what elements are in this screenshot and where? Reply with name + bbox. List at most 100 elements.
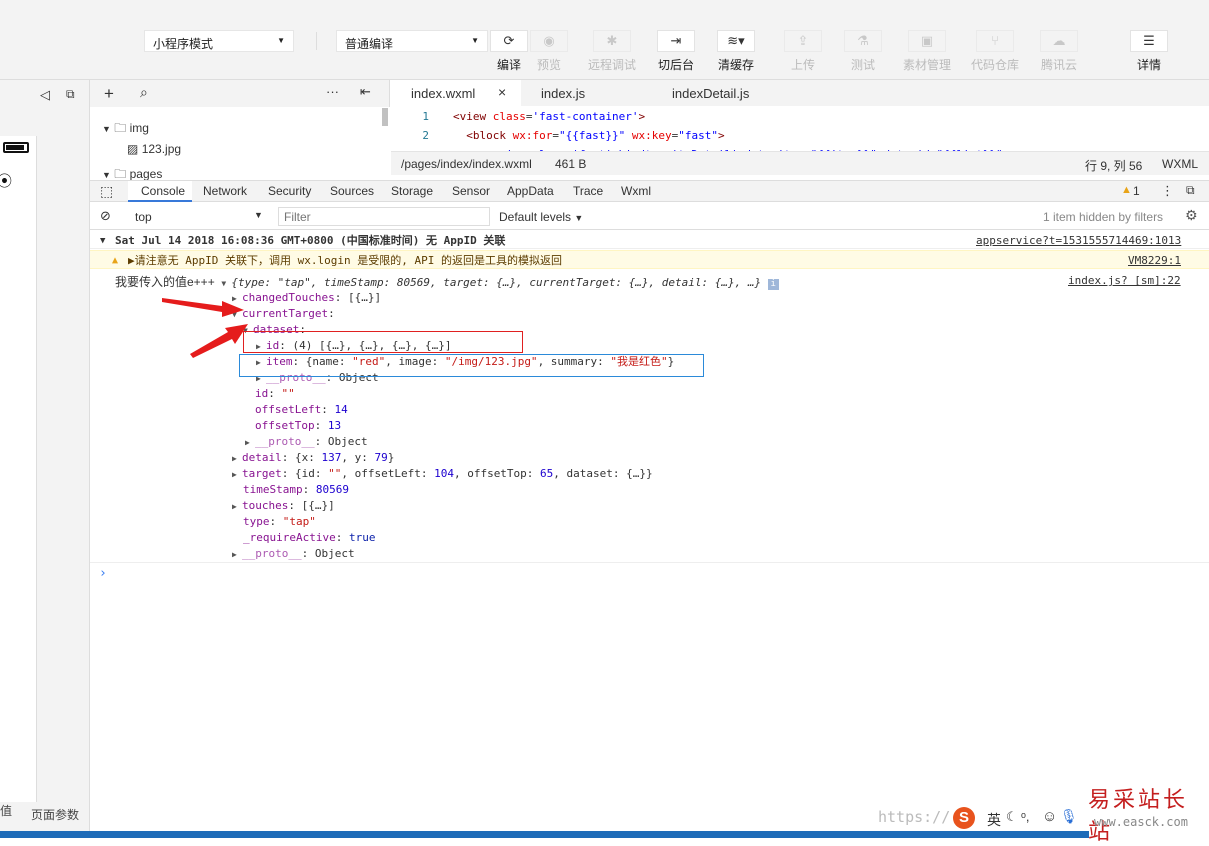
language-mode[interactable]: WXML: [1162, 157, 1198, 171]
switch-background-button[interactable]: ⇥ 切后台: [646, 30, 706, 73]
switch-background-label: 切后台: [657, 58, 694, 72]
tree-scrollbar[interactable]: [382, 108, 388, 126]
tab-sensor[interactable]: Sensor: [452, 184, 490, 198]
info-icon[interactable]: i: [767, 279, 779, 290]
sogou-icon[interactable]: S: [953, 807, 975, 829]
console-group-header[interactable]: ▼ Sat Jul 14 2018 16:08:36 GMT+0800 (中国标…: [90, 233, 1209, 249]
log-line[interactable]: 我要传入的值e+++ ▼ {type: "tap", timeStamp: 805…: [115, 274, 779, 290]
divider: [90, 562, 1209, 563]
main-toolbar: 小程序模式 ▼ 普通编译 ▼ ⟳ 编译 ◉ 预览 ✱ 远程调试 ⇥ 切后台 ≋▾…: [0, 0, 1209, 80]
tree-folder-pages[interactable]: ▼ 🗀 pages: [102, 165, 162, 180]
warning-source-link[interactable]: VM8229:1: [1128, 251, 1181, 270]
tab-console[interactable]: Console: [128, 181, 192, 202]
branch-icon: ⑂: [976, 30, 1014, 52]
mode-select[interactable]: 小程序模式 ▼: [144, 30, 294, 52]
tree-node[interactable]: offsetLeft: 14: [255, 402, 348, 418]
eye-icon: ◉: [530, 30, 568, 52]
clear-cache-label: 清缓存: [717, 58, 754, 72]
more-icon[interactable]: ···: [326, 84, 339, 99]
repo-button[interactable]: ⑂ 代码仓库: [965, 30, 1025, 73]
code-area[interactable]: 1 <view class='fast-container'> 2 <block…: [391, 107, 1209, 151]
chevron-down-icon: ▼: [221, 279, 227, 288]
remote-debug-button[interactable]: ✱ 远程调试: [582, 30, 642, 73]
tree-item-label: 123.jpg: [141, 142, 182, 156]
editor-status-bar: /pages/index/index.wxml 461 B 行 9, 列 56 …: [391, 151, 1209, 175]
tree-node[interactable]: ▶ __proto__: Object: [245, 434, 368, 450]
watermark-url-partial: https://: [878, 808, 951, 826]
gear-icon[interactable]: ⚙: [1185, 207, 1198, 224]
details-button[interactable]: ☰ 详情: [1119, 30, 1179, 73]
folder-icon: 🗀: [114, 121, 127, 135]
levels-select[interactable]: Default levels ▼: [499, 210, 583, 224]
log-prefix: 我要传入的值e+++: [115, 275, 215, 289]
upload-button[interactable]: ⇪ 上传: [773, 30, 833, 73]
log-source-link[interactable]: index.js? [sm]:22: [1068, 274, 1181, 287]
line-number: 1: [422, 110, 429, 123]
tab-network[interactable]: Network: [203, 184, 247, 198]
test-button[interactable]: ⚗ 测试: [833, 30, 893, 73]
tree-folder-img[interactable]: ▼ 🗀 img: [102, 119, 149, 140]
console-prompt-icon[interactable]: ›: [99, 566, 107, 581]
tab-security[interactable]: Security: [268, 184, 311, 198]
preview-button[interactable]: ◉ 预览: [519, 30, 579, 73]
tree-item-label: img: [129, 121, 149, 135]
battery-icon: [3, 142, 29, 153]
volume-icon[interactable]: ◁: [40, 87, 50, 103]
test-label: 测试: [850, 58, 875, 72]
sidebar-bottom-label[interactable]: 值: [0, 802, 12, 819]
search-icon[interactable]: ⌕: [140, 84, 148, 101]
chevron-down-icon: ▼: [254, 210, 263, 220]
tab-wxml[interactable]: Wxml: [621, 184, 651, 198]
tree-node[interactable]: ▶ target: {id: "", offsetLeft: 104, offse…: [232, 466, 653, 482]
emoji-icon[interactable]: ☺: [1042, 808, 1057, 825]
close-icon[interactable]: ×: [498, 84, 506, 100]
record-icon[interactable]: ⦿: [0, 170, 12, 191]
clear-console-icon[interactable]: ⊘: [100, 208, 111, 224]
tree-node[interactable]: ▶ detail: {x: 137, y: 79}: [232, 450, 394, 466]
tab-sources[interactable]: Sources: [330, 184, 374, 198]
inspect-element-icon[interactable]: ⬚: [100, 183, 113, 200]
tree-node[interactable]: offsetTop: 13: [255, 418, 341, 434]
ime-language[interactable]: 英: [987, 810, 1001, 830]
tree-node[interactable]: ▶ touches: [{…}]: [232, 498, 335, 514]
warning-icon: ▲: [112, 255, 119, 266]
tree-node[interactable]: type: "tap": [243, 514, 316, 530]
tab-indexdetail-js[interactable]: indexDetail.js: [672, 86, 749, 101]
tab-index-wxml[interactable]: index.wxml ×: [391, 80, 521, 106]
tree-file-123jpg[interactable]: ▨ 123.jpg: [127, 142, 181, 156]
dock-icon[interactable]: ⧉: [1186, 183, 1195, 198]
tab-index-js[interactable]: index.js: [541, 86, 585, 101]
context-select[interactable]: top ▼: [125, 207, 267, 225]
assets-button[interactable]: ▣ 素材管理: [897, 30, 957, 73]
detach-window-icon[interactable]: ⧉: [66, 87, 75, 102]
tab-trace[interactable]: Trace: [573, 184, 603, 198]
group-title: Sat Jul 14 2018 16:08:36 GMT+0800 (中国标准时…: [115, 234, 506, 247]
tree-node[interactable]: _requireActive: true: [243, 530, 375, 546]
source-link[interactable]: appservice?t=1531555714469:1013: [976, 233, 1181, 249]
taskbar-strip: [0, 831, 1089, 838]
warning-icon[interactable]: ▲: [1121, 184, 1132, 196]
kebab-menu-icon[interactable]: ⋮: [1161, 183, 1174, 199]
file-size: 461 B: [555, 157, 587, 171]
annotation-box-blue: [239, 354, 704, 377]
devtools-panel: ⬚ Console Network Security Sources Stora…: [90, 180, 1209, 838]
punctuation-icon[interactable]: ᵒ,: [1021, 809, 1030, 824]
chevron-down-icon: ▼: [102, 170, 111, 180]
add-file-icon[interactable]: +: [104, 84, 114, 104]
folder-icon: 🗀: [114, 167, 127, 180]
microphone-icon[interactable]: 🎙: [1060, 808, 1078, 825]
collapse-panel-icon[interactable]: ⇤: [360, 84, 371, 100]
filter-input[interactable]: [278, 207, 490, 226]
page-params-tab[interactable]: 页面参数: [31, 806, 79, 823]
tab-storage[interactable]: Storage: [391, 184, 433, 198]
editor-tab-bar: index.wxml × index.js indexDetail.js: [391, 80, 1209, 106]
tencent-cloud-button[interactable]: ☁ 腾讯云: [1029, 30, 1089, 73]
tree-node[interactable]: id: "": [255, 386, 295, 402]
moon-icon[interactable]: ☾: [1006, 809, 1018, 825]
compile-select[interactable]: 普通编译 ▼: [336, 30, 488, 52]
tab-appdata[interactable]: AppData: [507, 184, 554, 198]
tree-node[interactable]: ▶ __proto__: Object: [232, 546, 355, 562]
clear-cache-button[interactable]: ≋▾ 清缓存: [706, 30, 766, 73]
warning-count: 1: [1133, 184, 1140, 198]
tree-node[interactable]: timeStamp: 80569: [243, 482, 349, 498]
